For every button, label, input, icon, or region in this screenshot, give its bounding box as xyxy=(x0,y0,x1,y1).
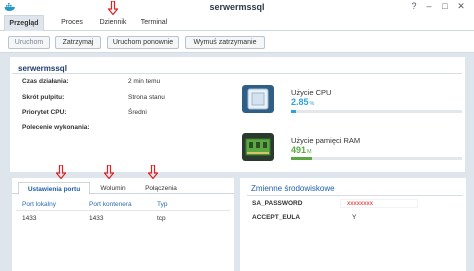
action-toolbar: Uruchom Zatrzymaj Uruchom ponownie Wymuś… xyxy=(0,31,474,53)
window-title: serwermssql xyxy=(209,2,265,12)
subtab-volume[interactable]: Wolumin xyxy=(92,182,134,195)
shortcut-label: Skrót pulpitu: xyxy=(22,94,65,101)
cpu-usage-value: 2.85% xyxy=(291,97,315,107)
close-icon[interactable]: ✕ xyxy=(456,1,466,12)
cpu-priority-value: Średni xyxy=(128,109,147,116)
annotation-arrow-icon xyxy=(108,1,118,15)
command-label: Polecenie wykonania: xyxy=(22,124,90,131)
title-bar: serwermssql ? – □ ✕ xyxy=(0,0,474,13)
env-key-accept-eula: ACCEPT_EULA xyxy=(252,214,301,221)
ram-usage-unit: M xyxy=(307,149,312,155)
container-name: serwermssql xyxy=(18,64,67,73)
ram-usage-value: 491M xyxy=(291,145,312,155)
tab-overview[interactable]: Przegląd xyxy=(4,15,44,31)
cell-type: tcp xyxy=(157,215,166,222)
stop-button[interactable]: Zatrzymaj xyxy=(55,36,101,49)
subtab-bar: Ustawienia portu Wolumin Połączenia xyxy=(12,179,234,195)
maximize-icon[interactable]: □ xyxy=(440,1,450,11)
cpu-usage-label: Użycie CPU xyxy=(291,88,332,97)
cpu-usage-unit: % xyxy=(309,101,315,107)
subtab-connections[interactable]: Połączenia xyxy=(136,182,186,195)
shortcut-value: Strona stanu xyxy=(128,94,165,101)
uptime-value: 2 min temu xyxy=(128,78,161,85)
env-value-sa-password[interactable]: xxxxxxxx xyxy=(340,199,418,208)
ram-usage-label: Użycie pamięci RAM xyxy=(291,136,361,145)
col-header-container-port: Port kontenera xyxy=(89,201,132,208)
tab-terminal[interactable]: Terminal xyxy=(138,15,170,31)
col-header-local-port: Port lokalny xyxy=(22,201,56,208)
env-key-sa-password: SA_PASSWORD xyxy=(252,200,303,207)
tab-bar: Przegląd Proces Dziennik Terminal xyxy=(0,13,474,31)
help-icon[interactable]: ? xyxy=(409,1,419,11)
start-button[interactable]: Uruchom xyxy=(8,36,50,49)
cpu-priority-label: Priorytet CPU: xyxy=(22,109,67,116)
minimize-icon[interactable]: – xyxy=(424,1,434,11)
ram-icon xyxy=(242,133,274,161)
cell-container-port: 1433 xyxy=(89,215,104,222)
force-stop-button[interactable]: Wymuś zatrzymanie xyxy=(185,36,265,49)
env-title: Zmienne środowiskowe xyxy=(251,184,335,193)
ram-usage-fill xyxy=(291,157,312,160)
ram-usage-bar xyxy=(291,157,462,160)
restart-button[interactable]: Uruchom ponownie xyxy=(107,36,179,49)
table-divider xyxy=(16,210,230,211)
col-header-type: Typ xyxy=(157,201,168,208)
cell-local-port: 1433 xyxy=(22,215,37,222)
env-value-accept-eula[interactable]: Y xyxy=(352,214,356,221)
tab-log[interactable]: Dziennik xyxy=(96,15,130,31)
overview-panel xyxy=(10,57,465,172)
annotation-arrow-icon xyxy=(56,165,66,179)
cpu-usage-fill xyxy=(291,110,296,113)
annotation-arrow-icon xyxy=(104,165,114,179)
subtab-port-settings[interactable]: Ustawienia portu xyxy=(18,182,90,195)
tab-process[interactable]: Proces xyxy=(56,15,88,31)
cpu-usage-bar xyxy=(291,110,462,113)
uptime-label: Czas działania: xyxy=(22,78,69,85)
annotation-arrow-icon xyxy=(148,165,158,179)
cpu-icon xyxy=(242,85,274,113)
overview-divider xyxy=(12,73,462,74)
env-divider xyxy=(247,195,463,196)
